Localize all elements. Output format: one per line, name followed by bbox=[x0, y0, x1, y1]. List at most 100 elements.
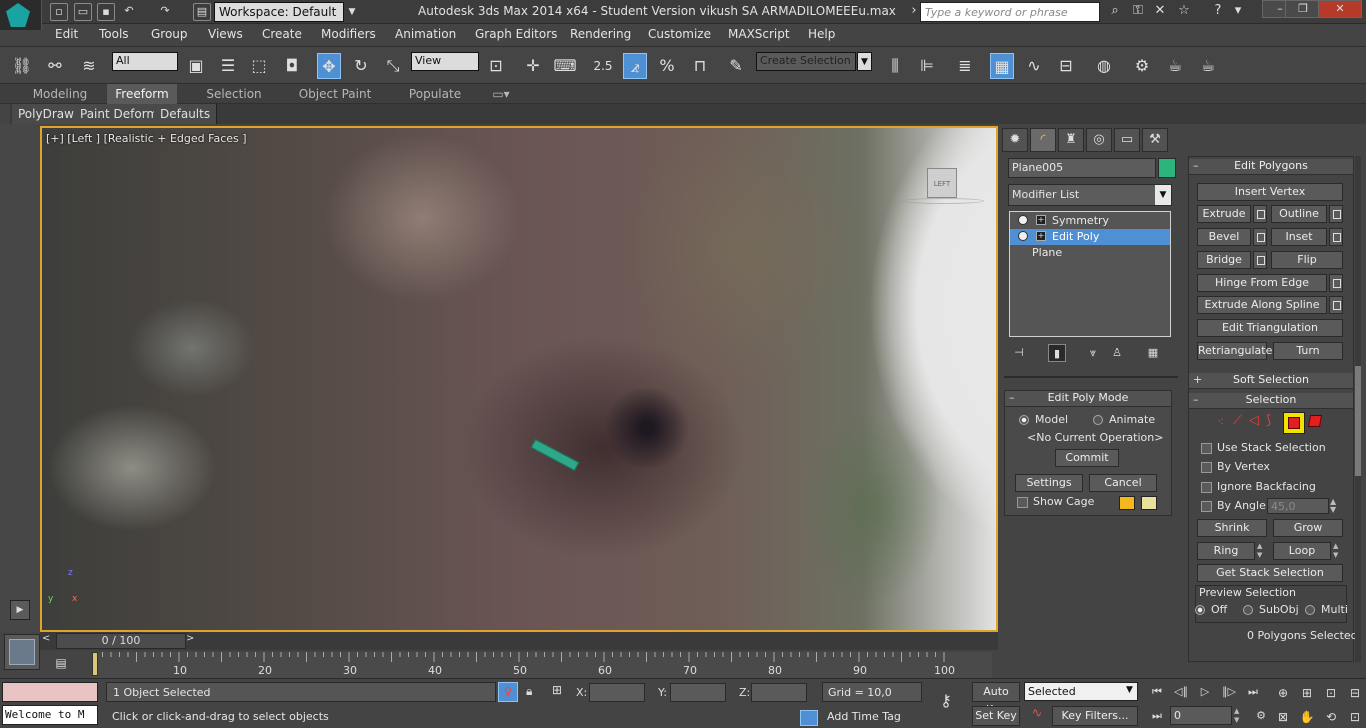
border-subobject-icon[interactable]: ◁ bbox=[1249, 413, 1259, 428]
time-slider-thumb[interactable]: 0 / 100 bbox=[56, 633, 186, 649]
tab-defaults[interactable]: Defaults bbox=[154, 104, 218, 124]
selection-lock-icon[interactable]: 🔒︎ bbox=[526, 684, 532, 699]
bind-space-warp-icon[interactable]: ≋ bbox=[77, 53, 101, 79]
new-file-icon[interactable]: ▫ bbox=[50, 3, 68, 21]
preview-subobj-radio[interactable] bbox=[1243, 605, 1253, 615]
pan-view-icon[interactable]: ✋ bbox=[1296, 707, 1318, 727]
select-manipulate-icon[interactable]: ✛ bbox=[521, 53, 545, 79]
window-crossing-icon[interactable]: ◘ bbox=[280, 53, 304, 79]
scrollbar-thumb[interactable] bbox=[1355, 366, 1361, 476]
modify-panel-icon[interactable]: ◜ bbox=[1030, 128, 1056, 152]
maximize-viewport-button[interactable] bbox=[4, 634, 40, 670]
extrude-along-spline-button[interactable]: Extrude Along Spline bbox=[1197, 296, 1327, 314]
object-color-swatch[interactable] bbox=[1158, 158, 1176, 178]
menu-modifiers[interactable]: Modifiers bbox=[321, 27, 376, 41]
set-key-button[interactable]: Set Key bbox=[972, 706, 1020, 726]
close-button[interactable]: ✕ bbox=[1318, 0, 1362, 18]
curve-editor-icon[interactable]: ∿ bbox=[1022, 53, 1046, 79]
subscription-key-icon[interactable]: ⚿ bbox=[1128, 3, 1148, 21]
select-and-scale-icon[interactable]: ⤡ bbox=[381, 53, 405, 79]
expand-plus-icon[interactable]: + bbox=[1036, 215, 1046, 225]
x-coord-field[interactable] bbox=[589, 683, 645, 702]
help-dropdown-icon[interactable]: ▾ bbox=[1228, 3, 1248, 21]
edge-subobject-icon[interactable]: ⟋ bbox=[1233, 413, 1242, 428]
maxscript-mini-listener[interactable] bbox=[2, 682, 98, 702]
zoom-all-icon[interactable]: ⊞ bbox=[1296, 683, 1318, 703]
select-and-link-icon[interactable]: ⛓ bbox=[10, 53, 34, 79]
bridge-settings-button[interactable] bbox=[1253, 251, 1267, 269]
flip-button[interactable]: Flip bbox=[1271, 251, 1343, 269]
spinner-snap-icon[interactable]: ⊓ bbox=[688, 53, 712, 79]
stack-item-plane[interactable]: Plane bbox=[1010, 245, 1170, 261]
bridge-button[interactable]: Bridge bbox=[1197, 251, 1251, 269]
isolate-selection-icon[interactable]: ♀ bbox=[498, 682, 518, 702]
show-end-result-icon[interactable]: ▮ bbox=[1048, 344, 1066, 362]
tab-selection[interactable]: Selection bbox=[195, 84, 273, 104]
model-radio[interactable] bbox=[1019, 415, 1029, 425]
snaps-toggle-icon[interactable]: 2.5 bbox=[591, 53, 615, 79]
unlink-selection-icon[interactable]: ⚯ bbox=[43, 53, 67, 79]
key-filters-button[interactable]: Key Filters... bbox=[1052, 706, 1138, 726]
edit-named-selection-icon[interactable]: ✎ bbox=[724, 53, 748, 79]
selection-header[interactable]: – Selection bbox=[1189, 393, 1353, 409]
tab-populate[interactable]: Populate bbox=[400, 84, 470, 104]
toggle-ribbon-icon[interactable]: ▦ bbox=[990, 53, 1014, 79]
chevron-down-icon[interactable]: ▼ bbox=[857, 52, 872, 71]
absolute-mode-icon[interactable]: ⊞ bbox=[552, 683, 562, 697]
cage-color-swatch[interactable] bbox=[1119, 496, 1135, 510]
outline-settings-button[interactable] bbox=[1329, 205, 1343, 223]
inset-button[interactable]: Inset bbox=[1271, 228, 1327, 246]
vertex-subobject-icon[interactable]: ⁖ bbox=[1217, 415, 1224, 429]
tab-object-paint[interactable]: Object Paint bbox=[290, 84, 380, 104]
turn-button[interactable]: Turn bbox=[1273, 342, 1343, 360]
help-search-input[interactable]: Type a keyword or phrase bbox=[920, 2, 1100, 22]
outline-button[interactable]: Outline bbox=[1271, 205, 1327, 223]
chevron-down-icon[interactable]: ▼ bbox=[1126, 685, 1133, 695]
get-stack-selection-button[interactable]: Get Stack Selection bbox=[1197, 564, 1343, 582]
favorites-star-icon[interactable]: ☆ bbox=[1174, 3, 1194, 21]
save-file-icon[interactable]: ▪ bbox=[97, 3, 115, 21]
loop-spinner-icon[interactable]: ▲ ▼ bbox=[1333, 542, 1343, 560]
schematic-view-icon[interactable]: ⊟ bbox=[1054, 53, 1078, 79]
rendered-frame-window-icon[interactable]: ☕ bbox=[1163, 53, 1187, 79]
display-panel-icon[interactable]: ▭ bbox=[1114, 128, 1140, 152]
auto-key-button[interactable]: Auto Key bbox=[972, 682, 1020, 716]
default-in-out-tangents-icon[interactable]: ∿ bbox=[1026, 706, 1048, 726]
zoom-extents-icon[interactable]: ⊡ bbox=[1320, 683, 1342, 703]
time-configuration-icon[interactable]: ⚙ bbox=[1250, 707, 1272, 725]
make-unique-icon[interactable]: ⩔ bbox=[1084, 344, 1102, 362]
layer-manager-icon[interactable]: ≣ bbox=[953, 53, 977, 79]
command-panel-scrollbar[interactable] bbox=[1355, 156, 1361, 662]
spinner-arrows-icon[interactable]: ▲ ▼ bbox=[1330, 498, 1342, 514]
show-cage-checkbox[interactable] bbox=[1017, 497, 1028, 508]
remove-modifier-icon[interactable]: ♙ bbox=[1108, 344, 1126, 362]
tab-paint-deform[interactable]: Paint Deform bbox=[74, 104, 166, 124]
zoom-region-icon[interactable]: ⊠ bbox=[1272, 707, 1294, 727]
select-and-rotate-icon[interactable]: ↻ bbox=[349, 53, 373, 79]
app-menu-button[interactable] bbox=[0, 0, 42, 30]
menu-create[interactable]: Create bbox=[262, 27, 302, 41]
stack-item-edit-poly[interactable]: + Edit Poly bbox=[1010, 229, 1170, 245]
menu-views[interactable]: Views bbox=[208, 27, 243, 41]
reference-coordinate-select[interactable]: View bbox=[411, 52, 479, 71]
animate-radio[interactable] bbox=[1093, 415, 1103, 425]
expand-plus-icon[interactable]: + bbox=[1036, 231, 1046, 241]
retriangulate-button[interactable]: Retriangulate bbox=[1197, 342, 1272, 360]
menu-graph-editors[interactable]: Graph Editors bbox=[475, 27, 557, 41]
render-setup-icon[interactable]: ⚙ bbox=[1130, 53, 1154, 79]
mirror-icon[interactable]: ⫼ bbox=[883, 53, 907, 79]
z-coord-field[interactable] bbox=[751, 683, 807, 702]
extrude-settings-button[interactable] bbox=[1253, 205, 1267, 223]
cancel-button[interactable]: Cancel bbox=[1089, 474, 1157, 492]
open-mini-curve-editor-icon[interactable]: ▤ bbox=[50, 656, 72, 674]
zoom-icon[interactable]: ⊕ bbox=[1272, 683, 1294, 703]
play-icon[interactable]: ▷ bbox=[1194, 683, 1216, 701]
pivot-center-icon[interactable]: ⊡ bbox=[484, 53, 508, 79]
menu-rendering[interactable]: Rendering bbox=[570, 27, 631, 41]
use-stack-selection-checkbox[interactable] bbox=[1201, 443, 1212, 454]
menu-edit[interactable]: Edit bbox=[55, 27, 78, 41]
edit-triangulation-button[interactable]: Edit Triangulation bbox=[1197, 319, 1343, 337]
create-panel-icon[interactable]: ✹ bbox=[1002, 128, 1028, 152]
previous-frame-icon[interactable]: ◁∥ bbox=[1170, 683, 1192, 701]
next-frame-icon[interactable]: ∥▷ bbox=[1218, 683, 1240, 701]
